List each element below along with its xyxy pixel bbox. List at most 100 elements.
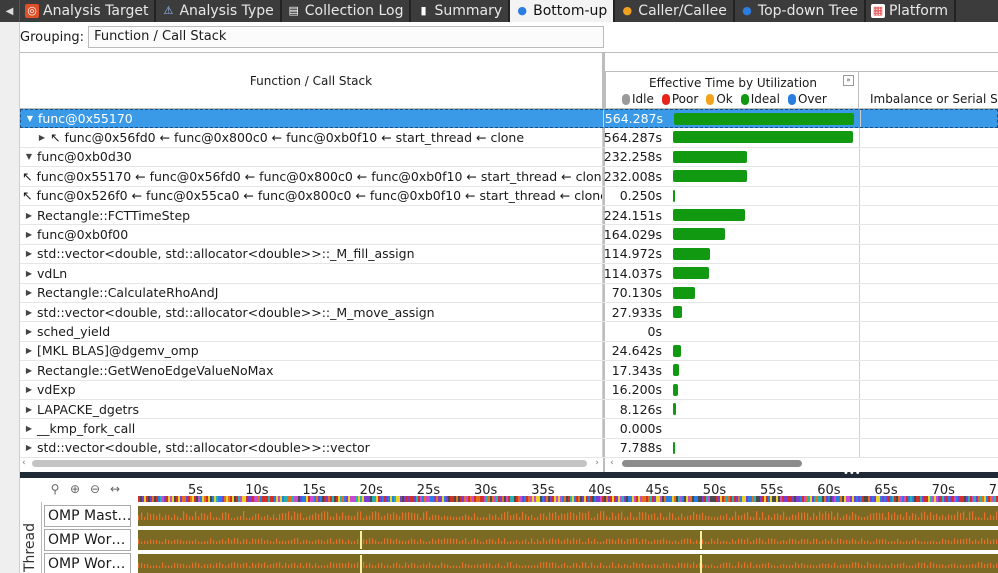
table-row[interactable]: ▶ std::vector<double, std::allocator<doub… bbox=[20, 303, 998, 323]
table-row[interactable]: ▶ [MKL BLAS]@dgemv_omp 24.642s bbox=[20, 341, 998, 362]
table-row[interactable]: ▼ func@0x55170 564.287s bbox=[20, 109, 998, 129]
expand-icon[interactable]: ▶ bbox=[23, 308, 35, 317]
table-row[interactable]: ↖ func@0x526f0 ← func@0x55ca0 ← func@0x8… bbox=[20, 186, 998, 206]
tab-bottom-up[interactable]: ● Bottom-up bbox=[510, 0, 616, 22]
expand-icon[interactable]: ▶ bbox=[23, 385, 35, 394]
function-name: std::vector<double, std::allocator<doubl… bbox=[37, 440, 370, 456]
effective-time-value: 114.037s bbox=[603, 265, 662, 281]
left-panel-strip bbox=[0, 22, 20, 573]
utilization-bar bbox=[673, 228, 726, 241]
table-row[interactable]: ▶ std::vector<double, std::allocator<doub… bbox=[20, 438, 998, 459]
right-scroll-thumb[interactable] bbox=[622, 460, 802, 467]
table-row[interactable]: ▶ Rectangle::GetWenoEdgeValueNoMax 17.343s bbox=[20, 361, 998, 381]
effective-time-value: 16.200s bbox=[611, 382, 662, 398]
expand-icon[interactable]: ▶ bbox=[23, 211, 35, 220]
effective-time-value: 564.287s bbox=[604, 111, 663, 127]
tab-analysis-type[interactable]: ⚠ Analysis Type bbox=[156, 0, 282, 22]
thread-activity-track[interactable] bbox=[138, 506, 998, 526]
imbalance-cell bbox=[859, 225, 998, 244]
table-row[interactable]: ▼ func@0xb0d30 232.258s bbox=[20, 147, 998, 168]
column-header-effective-time[interactable]: Effective Time by Utilization » Idle Poor… bbox=[605, 71, 859, 109]
thread-activity-track[interactable] bbox=[138, 554, 998, 573]
utilization-bar-cell bbox=[672, 110, 860, 127]
grouping-select[interactable]: Function / Call Stack bbox=[88, 26, 605, 48]
tab-scroll-back-icon[interactable]: ◀ bbox=[0, 0, 20, 22]
caller-callee-icon: ● bbox=[622, 4, 633, 17]
utilization-bar-cell bbox=[671, 361, 859, 379]
imbalance-cell bbox=[859, 244, 998, 264]
thread-name[interactable]: OMP Wor… bbox=[44, 553, 131, 573]
expand-icon[interactable]: ▶ bbox=[23, 424, 35, 433]
zoom-reset-icon[interactable]: ↔ bbox=[106, 482, 124, 496]
zoom-out-icon[interactable]: ⊖ bbox=[86, 482, 104, 496]
imbalance-cell bbox=[859, 303, 998, 322]
table-row[interactable]: ↖ func@0x55170 ← func@0x56fd0 ← func@0x8… bbox=[20, 167, 998, 187]
tab-top-down-tree[interactable]: ● Top-down Tree bbox=[735, 0, 866, 22]
thread-name[interactable]: OMP Mast… bbox=[44, 505, 131, 527]
function-name: func@0xb0f00 bbox=[37, 227, 129, 243]
table-row[interactable]: ▶ __kmp_fork_call 0.000s bbox=[20, 419, 998, 439]
legend-label: Ok bbox=[716, 92, 733, 106]
table-row[interactable]: ▶ LAPACKE_dgetrs 8.126s bbox=[20, 400, 998, 420]
table-row[interactable]: ▶ vdExp 16.200s bbox=[20, 380, 998, 400]
target-icon: ◎ bbox=[25, 4, 39, 18]
table-row[interactable]: ▶ sched_yield 0s bbox=[20, 322, 998, 342]
tab-caller-callee[interactable]: ● Caller/Callee bbox=[615, 0, 735, 22]
expand-icon[interactable]: ▶ bbox=[23, 288, 35, 297]
left-horizontal-scrollbar[interactable]: ‹ › bbox=[22, 458, 599, 469]
expand-column-icon[interactable]: » bbox=[843, 75, 854, 86]
thread-name[interactable]: OMP Wor… bbox=[44, 529, 131, 551]
utilization-bar-cell bbox=[671, 187, 859, 205]
legend-dot-icon bbox=[787, 93, 796, 105]
platform-icon: ▦ bbox=[870, 4, 885, 18]
scroll-left-arrow-icon[interactable]: ‹ bbox=[22, 458, 26, 468]
utilization-bar-cell bbox=[671, 303, 859, 321]
tab-analysis-target[interactable]: ◎ Analysis Target bbox=[20, 0, 157, 22]
table-row[interactable]: ▶ Rectangle::CalculateRhoAndJ 70.130s bbox=[20, 283, 998, 303]
expand-icon[interactable]: ▶ bbox=[23, 443, 35, 452]
tab-summary[interactable]: ▮ Summary bbox=[411, 0, 511, 22]
thread-activity-track[interactable] bbox=[138, 530, 998, 550]
tab-label: Analysis Target bbox=[43, 3, 149, 19]
expand-icon[interactable]: ▶ bbox=[23, 230, 35, 239]
zoom-fit-icon[interactable]: ⚲ bbox=[46, 482, 64, 496]
utilization-bar-cell bbox=[671, 148, 859, 166]
table-row[interactable]: ▶ std::vector<double, std::allocator<doub… bbox=[20, 244, 998, 265]
legend-label: Ideal bbox=[750, 92, 780, 106]
expand-icon[interactable]: ▶ bbox=[23, 405, 35, 414]
collapse-icon[interactable]: ▼ bbox=[23, 152, 35, 161]
utilization-bar bbox=[673, 247, 710, 260]
table-row[interactable]: ▶ Rectangle::FCTTimeStep 224.151s bbox=[20, 206, 998, 226]
tab-platform[interactable]: ▦ Platform bbox=[866, 0, 957, 22]
utilization-bar bbox=[673, 403, 676, 415]
table-row[interactable]: ▶ ↖ func@0x56fd0 ← func@0x800c0 ← func@0x… bbox=[20, 128, 998, 148]
expand-icon[interactable]: ▶ bbox=[36, 133, 48, 142]
table-row[interactable]: ▶ func@0xb0f00 164.029s bbox=[20, 225, 998, 245]
grouping-row: Grouping: Function / Call Stack bbox=[20, 25, 605, 49]
effective-time-value: 0.250s bbox=[619, 188, 662, 204]
column-header-effective-time-label: Effective Time by Utilization bbox=[648, 76, 817, 90]
function-name: ↖ func@0x55170 ← func@0x56fd0 ← func@0x8… bbox=[22, 168, 603, 184]
tab-bar: ◀ ◎ Analysis Target ⚠ Analysis Type ▤ Collecti… bbox=[0, 0, 998, 22]
utilization-bar bbox=[673, 209, 745, 221]
summary-icon: ▮ bbox=[420, 4, 427, 17]
expand-icon[interactable]: ▶ bbox=[23, 249, 35, 258]
scroll-right-arrow-icon[interactable]: › bbox=[595, 458, 599, 468]
right-horizontal-scrollbar[interactable]: ‹ bbox=[608, 458, 998, 469]
left-scroll-thumb[interactable] bbox=[32, 460, 587, 467]
column-header-function[interactable]: Function / Call Stack bbox=[20, 53, 603, 109]
expand-icon[interactable]: ▶ bbox=[23, 269, 35, 278]
table-row[interactable]: ▶ vdLn 114.037s bbox=[20, 264, 998, 284]
function-cell: ▶ vdLn bbox=[20, 264, 603, 283]
expand-icon[interactable]: ▶ bbox=[23, 366, 35, 375]
thread-axis-label: Thread bbox=[22, 523, 38, 572]
expand-icon[interactable]: ▶ bbox=[23, 327, 35, 336]
legend-ideal: Ideal bbox=[740, 92, 780, 106]
column-header-imbalance[interactable]: Imbalance or Serial Spi bbox=[859, 71, 998, 109]
scroll-left-arrow-icon[interactable]: ‹ bbox=[610, 458, 614, 468]
effective-time-value: 114.972s bbox=[603, 246, 662, 262]
expand-icon[interactable]: ▶ bbox=[23, 346, 35, 355]
zoom-in-icon[interactable]: ⊕ bbox=[66, 482, 84, 496]
tab-collection-log[interactable]: ▤ Collection Log bbox=[282, 0, 412, 22]
collapse-icon[interactable]: ▼ bbox=[24, 114, 36, 123]
